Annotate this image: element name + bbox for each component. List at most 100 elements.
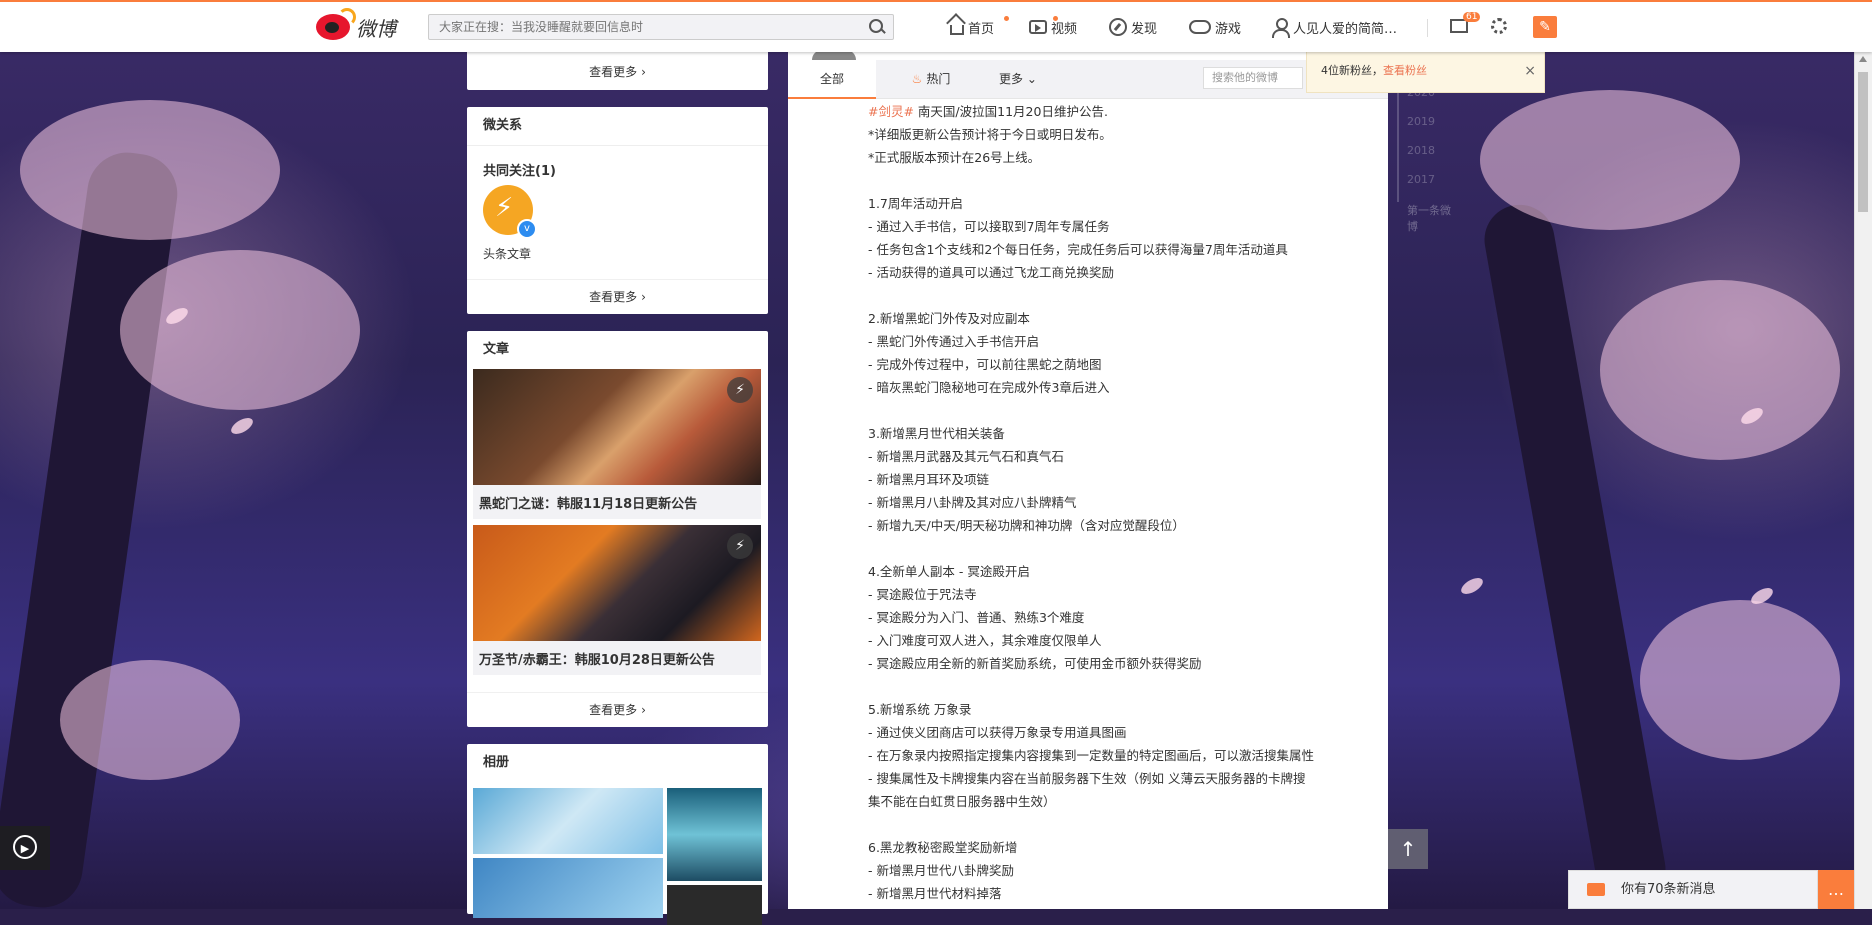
feed-panel: 全部 ♨ 热门 更多 ⌄ 搜索他的微博 #剑灵# 南天国/波拉国11月20日维护公… bbox=[788, 50, 1388, 909]
nav-game[interactable]: 游戏 bbox=[1189, 16, 1241, 38]
chevron-right-icon: › bbox=[641, 290, 646, 304]
article-caption: 黑蛇门之谜：韩服11月18日更新公告 bbox=[473, 485, 761, 519]
post-line: 集不能在白虹贯日服务器中生效） bbox=[868, 794, 1056, 809]
blossom-cluster bbox=[1640, 600, 1840, 760]
compose-button[interactable]: ✎ bbox=[1533, 16, 1557, 38]
post-line: *详细版更新公告预计将于今日或明日发布。 bbox=[868, 127, 1112, 142]
weibo-logo[interactable]: 微博 bbox=[316, 8, 406, 44]
blossom-cluster bbox=[60, 660, 240, 780]
gear-icon[interactable] bbox=[1491, 18, 1507, 34]
post-text: #剑灵# 南天国/波拉国11月20日维护公告. *详细版更新公告预计将于今日或明… bbox=[868, 100, 1388, 905]
pencil-icon: ✎ bbox=[1539, 19, 1551, 35]
year-timeline: 2020 2019 2018 2017 第一条微博 bbox=[1397, 86, 1457, 234]
view-more-label: 查看更多 bbox=[589, 65, 638, 79]
relations-title: 微关系 bbox=[467, 107, 768, 146]
post-line bbox=[868, 284, 1388, 307]
search-icon[interactable] bbox=[869, 19, 885, 35]
tab-hot-label: 热门 bbox=[926, 72, 951, 86]
tab-all[interactable]: 全部 bbox=[788, 60, 876, 99]
nav-divider bbox=[1427, 19, 1428, 37]
post-line: - 冥途殿位于咒法寺 bbox=[868, 587, 977, 602]
account-name[interactable]: 头条文章 bbox=[483, 245, 768, 262]
post-line: - 黑蛇门外传通过入手书信开启 bbox=[868, 334, 1039, 349]
scroll-up-arrow-icon[interactable] bbox=[1859, 56, 1867, 62]
post-line: - 冥途殿分为入门、普通、熟练3个难度 bbox=[868, 610, 1085, 625]
view-fans-link[interactable]: 查看粉丝 bbox=[1383, 64, 1427, 77]
post-line: - 新增黑月武器及其元气石和真气石 bbox=[868, 449, 1064, 464]
search-input[interactable] bbox=[429, 15, 869, 39]
nav-user-profile[interactable]: 人见人爱的简简… bbox=[1271, 16, 1411, 38]
nav-discover-label: 发现 bbox=[1131, 21, 1158, 37]
search-box bbox=[428, 14, 894, 40]
weibo-eye-icon bbox=[316, 8, 356, 40]
post-line: - 入门难度可双人进入，其余难度仅限单人 bbox=[868, 633, 1102, 648]
nav-game-label: 游戏 bbox=[1215, 21, 1242, 37]
verified-badge-icon: v bbox=[517, 219, 537, 239]
chat-bubble-button[interactable]: … bbox=[1818, 870, 1854, 909]
back-to-top-button[interactable]: ↑ bbox=[1388, 829, 1428, 869]
post-line bbox=[868, 169, 1388, 192]
mail-count-badge: 61 bbox=[1463, 12, 1481, 22]
topic-link[interactable]: #剑灵# bbox=[868, 104, 914, 119]
year-link[interactable]: 2017 bbox=[1397, 173, 1457, 202]
petal bbox=[1458, 574, 1486, 598]
post-line: - 新增黑月耳环及项链 bbox=[868, 472, 989, 487]
post-line: #剑灵# 南天国/波拉国11月20日维护公告. bbox=[868, 104, 1108, 119]
post-line bbox=[868, 675, 1388, 698]
chevron-right-icon: › bbox=[641, 65, 646, 79]
album-photo[interactable] bbox=[667, 788, 762, 881]
feed-search-input[interactable]: 搜索他的微博 bbox=[1203, 67, 1303, 89]
article-thumbnail: ⚡ bbox=[473, 369, 761, 485]
post-line: 3.新增黑月世代相关装备 bbox=[868, 426, 1005, 441]
article-item[interactable]: ⚡ 黑蛇门之谜：韩服11月18日更新公告 bbox=[473, 369, 761, 519]
album-photo[interactable] bbox=[473, 788, 663, 854]
blossom-cluster bbox=[20, 100, 280, 240]
post-line: 6.黑龙教秘密殿堂奖励新增 bbox=[868, 840, 1018, 855]
notification-dot bbox=[1053, 16, 1058, 21]
nav-video[interactable]: 视频 bbox=[1029, 16, 1077, 38]
common-follow-title: 共同关注(1) bbox=[483, 164, 556, 179]
post-line: 1.7周年活动开启 bbox=[868, 196, 963, 211]
close-icon[interactable]: × bbox=[1524, 51, 1536, 91]
post-line: - 新增黑月世代材料掉落 bbox=[868, 886, 1002, 901]
album-photo[interactable] bbox=[667, 885, 762, 925]
album-title: 相册 bbox=[483, 755, 510, 770]
petal bbox=[228, 414, 256, 438]
relations-card: 微关系 共同关注(1) v 头条文章 查看更多› bbox=[467, 107, 768, 314]
post-line: 4.全新单人副本 - 冥途殿开启 bbox=[868, 564, 1030, 579]
new-fans-popup: 4位新粉丝，查看粉丝 × bbox=[1306, 50, 1545, 93]
post-line bbox=[868, 813, 1388, 836]
scrollbar-thumb[interactable] bbox=[1858, 72, 1868, 212]
article-item[interactable]: ⚡ 万圣节/赤霸王：韩服10月28日更新公告 bbox=[473, 525, 761, 675]
message-notification-bar[interactable]: 你有70条新消息 bbox=[1568, 870, 1818, 909]
gamepad-icon bbox=[1189, 20, 1211, 34]
view-more-label: 查看更多 bbox=[589, 703, 638, 717]
view-more-link[interactable]: 查看更多 › bbox=[467, 279, 768, 314]
nav-home[interactable]: 首页 bbox=[950, 16, 1009, 38]
tab-more[interactable]: 更多 ⌄ bbox=[983, 60, 1053, 98]
year-link[interactable]: 2019 bbox=[1397, 115, 1457, 144]
tab-hot[interactable]: ♨ 热门 bbox=[896, 60, 966, 98]
toutiao-avatar-link[interactable]: v bbox=[483, 185, 537, 239]
year-link[interactable]: 2018 bbox=[1397, 144, 1457, 173]
top-navigation-bar: 微博 首页 视频 发现 游戏 人见人爱的简简… 61 ✎ bbox=[0, 0, 1872, 52]
blossom-cluster bbox=[1600, 280, 1840, 460]
play-video-button[interactable] bbox=[0, 826, 50, 870]
home-icon bbox=[950, 25, 964, 35]
chevron-down-icon: ⌄ bbox=[1026, 72, 1037, 86]
view-more-link[interactable]: 查看更多 › bbox=[467, 692, 768, 727]
post-line: - 通过侠义团商店可以获得万象录专用道具图画 bbox=[868, 725, 1127, 740]
post-line: - 暗灰黑蛇门隐秘地可在完成外传3章后进入 bbox=[868, 380, 1110, 395]
album-photo[interactable] bbox=[473, 858, 663, 918]
first-post-link[interactable]: 第一条微博 bbox=[1407, 202, 1457, 234]
compass-icon bbox=[1109, 18, 1127, 36]
popup-text: 4位新粉丝， bbox=[1321, 64, 1383, 77]
post-line: - 完成外传过程中，可以前往黑蛇之荫地图 bbox=[868, 357, 1102, 372]
post-line bbox=[868, 399, 1388, 422]
view-more-link[interactable]: 查看更多 › bbox=[467, 50, 768, 90]
nav-discover[interactable]: 发现 bbox=[1109, 16, 1157, 38]
nav-user-label: 人见人爱的简简… bbox=[1293, 21, 1398, 37]
post-line: - 冥途殿应用全新的新首奖励系统，可使用金币额外获得奖励 bbox=[868, 656, 1202, 671]
feed-tabs: 全部 ♨ 热门 更多 ⌄ 搜索他的微博 bbox=[788, 60, 1388, 99]
page-scrollbar[interactable] bbox=[1854, 50, 1872, 909]
